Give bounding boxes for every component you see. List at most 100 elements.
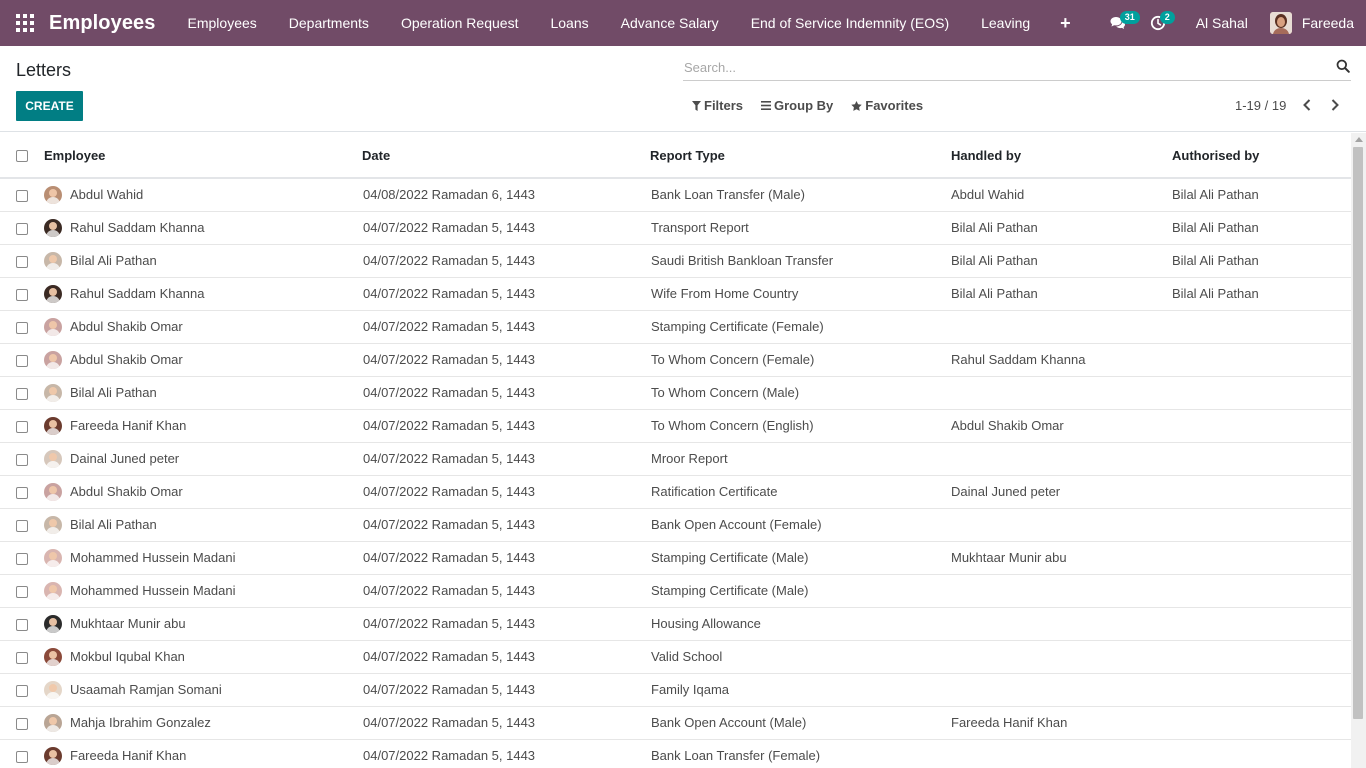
row-checkbox[interactable] (16, 486, 28, 499)
table-row[interactable]: Fareeda Hanif Khan 04/07/2022 Ramadan 5, … (0, 738, 1351, 768)
table-row[interactable]: Rahul Saddam Khanna 04/07/2022 Ramadan 5,… (0, 210, 1351, 244)
menu-advance-salary[interactable]: Advance Salary (605, 0, 735, 46)
cell-authorised-by[interactable] (1172, 375, 1351, 409)
cell-authorised-by[interactable] (1172, 309, 1351, 343)
cell-authorised-by[interactable] (1172, 672, 1351, 706)
cell-handled-by[interactable]: Bilal Ali Pathan (951, 276, 1172, 310)
messages-button[interactable]: 31 (1098, 0, 1140, 46)
cell-handled-by[interactable] (951, 375, 1172, 409)
pager-next-button[interactable] (1327, 96, 1343, 114)
cell-authorised-by[interactable]: Bilal Ali Pathan (1172, 210, 1351, 244)
row-checkbox[interactable] (16, 321, 28, 334)
table-row[interactable]: Mokbul Iqubal Khan 04/07/2022 Ramadan 5, … (0, 639, 1351, 673)
row-checkbox[interactable] (16, 255, 28, 268)
cell-employee[interactable]: Mokbul Iqubal Khan (44, 639, 362, 673)
menu-leaving[interactable]: Leaving (965, 0, 1046, 46)
cell-handled-by[interactable]: Mukhtaar Munir abu (951, 540, 1172, 574)
cell-authorised-by[interactable]: Bilal Ali Pathan (1172, 178, 1351, 211)
table-row[interactable]: Usaamah Ramjan Somani 04/07/2022 Ramadan … (0, 672, 1351, 706)
app-brand[interactable]: Employees (49, 12, 156, 35)
cell-report-type[interactable]: Saudi British Bankloan Transfer (650, 243, 951, 277)
row-checkbox[interactable] (16, 222, 28, 235)
cell-handled-by[interactable] (951, 738, 1172, 768)
cell-handled-by[interactable] (951, 507, 1172, 541)
cell-report-type[interactable]: Bank Loan Transfer (Female) (650, 738, 951, 768)
table-row[interactable]: Bilal Ali Pathan 04/07/2022 Ramadan 5, 14… (0, 243, 1351, 277)
cell-handled-by[interactable] (951, 573, 1172, 607)
favorites-button[interactable]: Favorites (851, 98, 923, 113)
list-scrollbar[interactable] (1351, 133, 1366, 768)
cell-employee[interactable]: Rahul Saddam Khanna (44, 276, 362, 310)
cell-report-type[interactable]: Bank Open Account (Female) (650, 507, 951, 541)
cell-handled-by[interactable] (951, 606, 1172, 640)
cell-employee[interactable]: Usaamah Ramjan Somani (44, 672, 362, 706)
table-row[interactable]: Fareeda Hanif Khan 04/07/2022 Ramadan 5, … (0, 408, 1351, 442)
cell-date[interactable]: 04/07/2022 Ramadan 5, 1443 (362, 705, 650, 739)
cell-authorised-by[interactable] (1172, 573, 1351, 607)
cell-employee[interactable]: Mahja Ibrahim Gonzalez (44, 705, 362, 739)
cell-report-type[interactable]: Stamping Certificate (Male) (650, 573, 951, 607)
cell-employee[interactable]: Rahul Saddam Khanna (44, 210, 362, 244)
cell-handled-by[interactable]: Fareeda Hanif Khan (951, 705, 1172, 739)
menu-departments[interactable]: Departments (273, 0, 385, 46)
table-row[interactable]: Dainal Juned peter 04/07/2022 Ramadan 5, … (0, 441, 1351, 475)
cell-report-type[interactable]: Stamping Certificate (Male) (650, 540, 951, 574)
cell-employee[interactable]: Abdul Shakib Omar (44, 309, 362, 343)
cell-date[interactable]: 04/07/2022 Ramadan 5, 1443 (362, 474, 650, 508)
cell-employee[interactable]: Fareeda Hanif Khan (44, 738, 362, 768)
cell-employee[interactable]: Bilal Ali Pathan (44, 507, 362, 541)
cell-date[interactable]: 04/07/2022 Ramadan 5, 1443 (362, 606, 650, 640)
column-date[interactable]: Date (362, 133, 650, 179)
cell-employee[interactable]: Fareeda Hanif Khan (44, 408, 362, 442)
menu-eos[interactable]: End of Service Indemnity (EOS) (735, 0, 965, 46)
select-all-checkbox[interactable] (16, 150, 28, 163)
cell-date[interactable]: 04/07/2022 Ramadan 5, 1443 (362, 573, 650, 607)
search-icon[interactable] (1336, 59, 1350, 73)
cell-report-type[interactable]: Ratification Certificate (650, 474, 951, 508)
cell-handled-by[interactable]: Rahul Saddam Khanna (951, 342, 1172, 376)
cell-report-type[interactable]: Housing Allowance (650, 606, 951, 640)
row-checkbox[interactable] (16, 552, 28, 565)
table-row[interactable]: Abdul Wahid 04/08/2022 Ramadan 6, 1443 Ban… (0, 178, 1351, 211)
create-button[interactable]: CREATE (16, 91, 83, 121)
cell-employee[interactable]: Abdul Shakib Omar (44, 474, 362, 508)
table-row[interactable]: Mohammed Hussein Madani 04/07/2022 Ramada… (0, 540, 1351, 574)
cell-authorised-by[interactable]: Bilal Ali Pathan (1172, 243, 1351, 277)
filters-button[interactable]: Filters (692, 98, 743, 113)
cell-employee[interactable]: Mukhtaar Munir abu (44, 606, 362, 640)
row-checkbox[interactable] (16, 684, 28, 697)
company-switcher[interactable]: Al Sahal (1178, 15, 1270, 31)
table-row[interactable]: Abdul Shakib Omar 04/07/2022 Ramadan 5, 1… (0, 309, 1351, 343)
cell-date[interactable]: 04/07/2022 Ramadan 5, 1443 (362, 375, 650, 409)
table-row[interactable]: Abdul Shakib Omar 04/07/2022 Ramadan 5, 1… (0, 342, 1351, 376)
cell-report-type[interactable]: Valid School (650, 639, 951, 673)
scroll-up-arrow-icon[interactable] (1355, 137, 1363, 142)
cell-date[interactable]: 04/07/2022 Ramadan 5, 1443 (362, 210, 650, 244)
row-checkbox[interactable] (16, 288, 28, 301)
cell-report-type[interactable]: To Whom Concern (English) (650, 408, 951, 442)
row-checkbox[interactable] (16, 189, 28, 202)
cell-handled-by[interactable] (951, 441, 1172, 475)
table-row[interactable]: Bilal Ali Pathan 04/07/2022 Ramadan 5, 14… (0, 375, 1351, 409)
cell-report-type[interactable]: Stamping Certificate (Female) (650, 309, 951, 343)
cell-report-type[interactable]: Transport Report (650, 210, 951, 244)
app-menu-icon[interactable] (16, 14, 34, 32)
menu-add-icon[interactable]: + (1046, 0, 1085, 46)
cell-date[interactable]: 04/07/2022 Ramadan 5, 1443 (362, 639, 650, 673)
cell-employee[interactable]: Dainal Juned peter (44, 441, 362, 475)
cell-date[interactable]: 04/07/2022 Ramadan 5, 1443 (362, 276, 650, 310)
row-checkbox[interactable] (16, 618, 28, 631)
cell-authorised-by[interactable] (1172, 606, 1351, 640)
cell-report-type[interactable]: Bank Open Account (Male) (650, 705, 951, 739)
cell-authorised-by[interactable] (1172, 342, 1351, 376)
cell-report-type[interactable]: Family Iqama (650, 672, 951, 706)
column-employee[interactable]: Employee (44, 133, 362, 179)
row-checkbox[interactable] (16, 717, 28, 730)
cell-date[interactable]: 04/08/2022 Ramadan 6, 1443 (362, 178, 650, 211)
cell-handled-by[interactable] (951, 672, 1172, 706)
row-checkbox[interactable] (16, 354, 28, 367)
cell-date[interactable]: 04/07/2022 Ramadan 5, 1443 (362, 243, 650, 277)
row-checkbox[interactable] (16, 519, 28, 532)
cell-handled-by[interactable] (951, 309, 1172, 343)
cell-employee[interactable]: Abdul Shakib Omar (44, 342, 362, 376)
